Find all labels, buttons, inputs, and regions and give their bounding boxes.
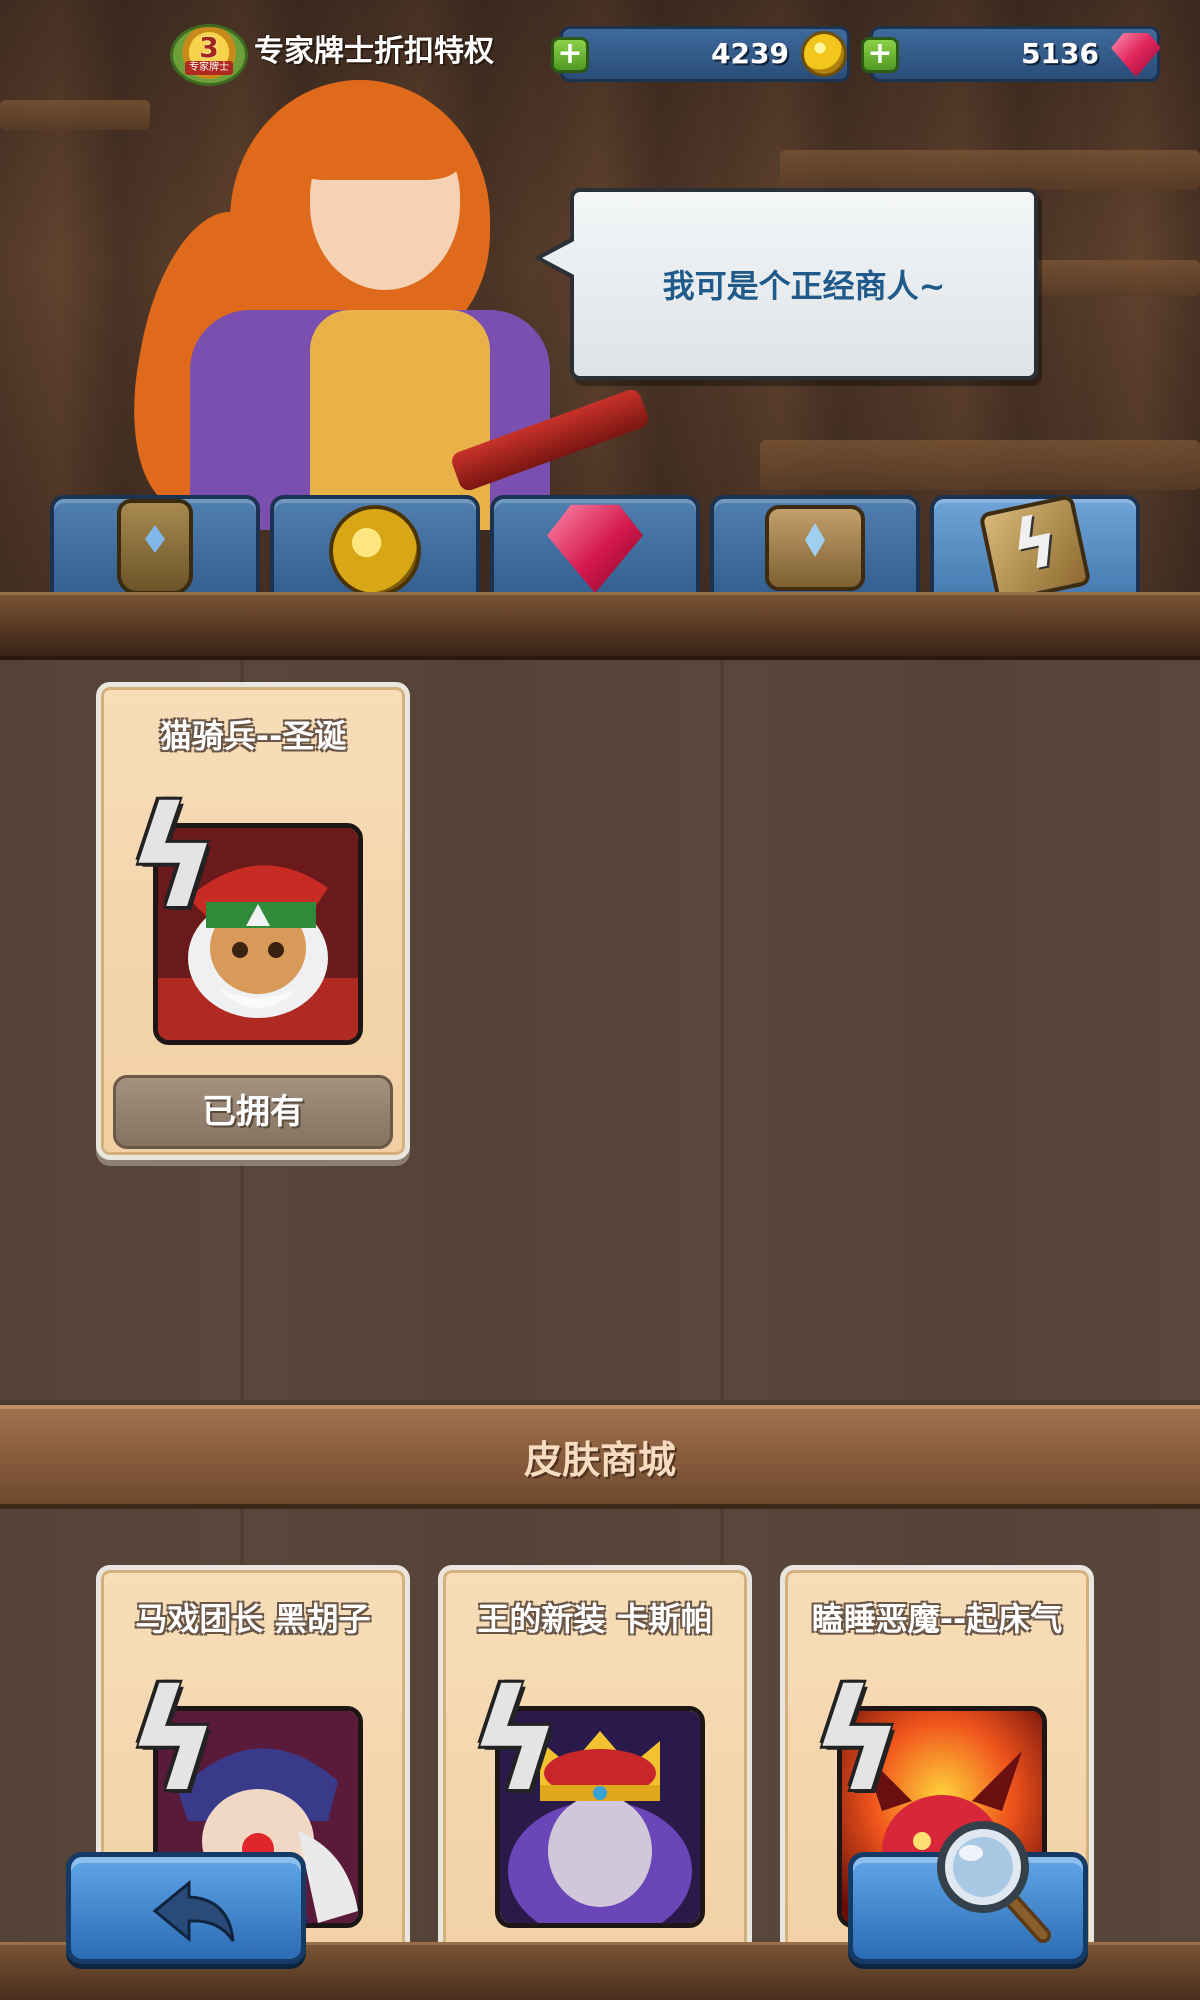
- gem-amount: 5136: [1021, 37, 1099, 70]
- section-title: 皮肤商城: [523, 1438, 676, 1482]
- shelf-divider: [0, 592, 1200, 660]
- lightning-bolt-icon: ϟ: [811, 1660, 904, 1823]
- search-button[interactable]: [848, 1821, 1088, 1964]
- skin-card[interactable]: 猫骑兵--圣诞 ϟ 已拥有: [96, 682, 410, 1160]
- gold-counter: + 4239: [551, 26, 850, 82]
- skin-shop-header: 皮肤商城: [0, 1405, 1200, 1509]
- back-arrow-icon: [152, 1879, 235, 1943]
- skin-title: 瞌睡恶魔--起床气: [811, 1600, 1063, 1638]
- wood-beam: [780, 150, 1200, 190]
- gold-coin-icon: [801, 31, 847, 77]
- gold-amount: 4239: [711, 37, 789, 70]
- owned-button[interactable]: 已拥有: [113, 1075, 393, 1149]
- skin-card-icon: [978, 485, 1092, 605]
- merchant-character: [115, 60, 651, 530]
- back-button[interactable]: [66, 1852, 306, 1964]
- vip-badge[interactable]: 3 专家牌士: [170, 24, 248, 86]
- vip-tag: 专家牌士: [185, 61, 233, 75]
- lightning-bolt-icon: ϟ: [469, 1660, 562, 1823]
- skin-title: 猫骑兵--圣诞: [159, 717, 347, 755]
- owned-skins-panel: 猫骑兵--圣诞 ϟ 已拥有: [0, 660, 1200, 1400]
- pouch-icon: [100, 485, 210, 605]
- wood-beam: [760, 440, 1200, 490]
- speech-bubble: 我可是个正经商人~: [534, 188, 1038, 380]
- speech-text: 我可是个正经商人~: [662, 267, 946, 305]
- vip-privilege-label[interactable]: 专家牌士折扣特权: [254, 30, 494, 74]
- add-gem-button[interactable]: +: [861, 37, 899, 73]
- magnifier-icon: [937, 1821, 1051, 1943]
- coin-stack-icon: [320, 485, 430, 605]
- scroll-icon: [760, 485, 870, 605]
- add-gold-button[interactable]: +: [551, 37, 589, 73]
- top-bar: 3 专家牌士 专家牌士折扣特权 + 4239 + 5136: [0, 0, 1200, 100]
- merchant-scene: 我可是个正经商人~ 3 专家牌士 专家牌士折扣特权 + 4239 + 5136: [0, 0, 1200, 660]
- skin-title: 王的新装 卡斯帕: [477, 1600, 713, 1638]
- vip-level: 3: [199, 31, 219, 64]
- gem-icon: [540, 485, 650, 605]
- lightning-bolt-icon: ϟ: [127, 1660, 220, 1823]
- lightning-bolt-icon: ϟ: [127, 777, 220, 940]
- skin-title: 马戏团长 黑胡子: [135, 1600, 371, 1638]
- skin-card[interactable]: 王的新装 卡斯帕 ϟ: [438, 1565, 752, 2000]
- red-gem-icon: [1111, 33, 1161, 77]
- gem-counter: + 5136: [861, 26, 1161, 82]
